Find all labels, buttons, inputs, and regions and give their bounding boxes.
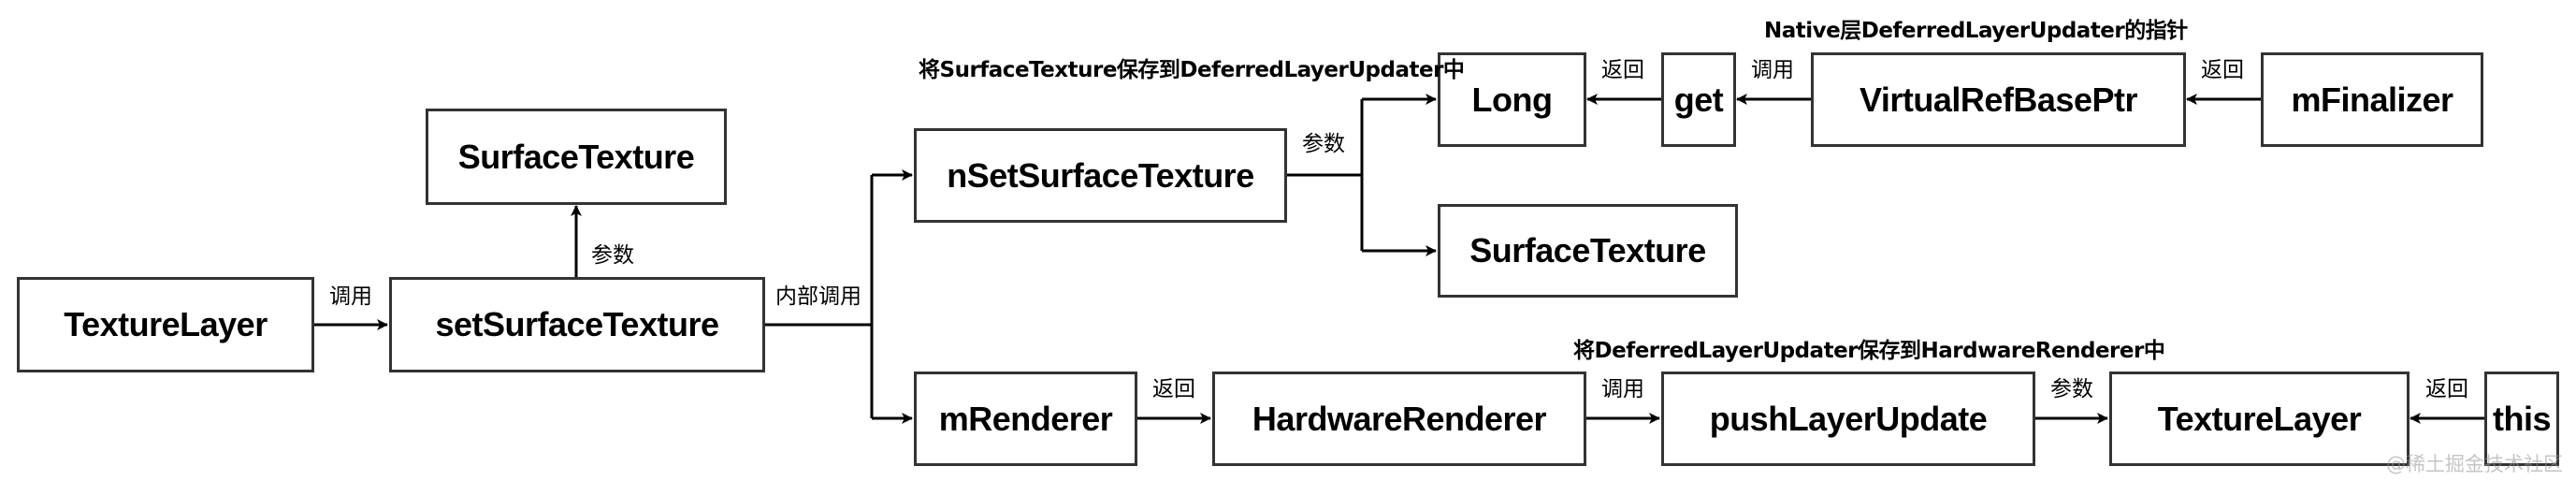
edge-label-return: 返回 [2201,58,2244,82]
node-label: HardwareRenderer [1252,399,1547,438]
node-label: SurfaceTexture [457,137,695,176]
edge-label-return: 返回 [2425,377,2468,401]
node-label: pushLayerUpdate [1709,399,1988,438]
edge-label-call: 调用 [1601,377,1644,401]
node-texturelayer-target[interactable]: TextureLayer [2109,372,2410,466]
edge-label-param: 参数 [2050,377,2093,401]
edge-label-return: 返回 [1152,377,1195,401]
node-pushlayerupdate[interactable]: pushLayerUpdate [1661,372,2035,466]
node-label: Long [1471,80,1553,119]
node-get[interactable]: get [1661,52,1736,147]
node-mrenderer[interactable]: mRenderer [914,372,1137,466]
node-label: TextureLayer [2157,399,2362,438]
node-texturelayer-source[interactable]: TextureLayer [17,277,314,372]
node-label: mFinalizer [2291,80,2453,119]
note-native-pointer: Native层DeferredLayerUpdater的指针 [1764,19,2188,43]
note-save-surfacetexture: 将SurfaceTexture保存到DeferredLayerUpdater中 [919,58,1465,82]
node-label: get [1673,80,1724,119]
node-label: this [2492,399,2552,438]
note-save-updater: 将DeferredLayerUpdater保存到HardwareRenderer… [1573,339,2165,363]
edge-label-call: 调用 [329,284,372,309]
node-virtualrefbaseptr[interactable]: VirtualRefBasePtr [1811,52,2186,147]
node-label: mRenderer [938,399,1113,438]
edge-label-call: 调用 [1751,58,1794,82]
edge-label-return: 返回 [1601,58,1644,82]
node-label: nSetSurfaceTexture [947,155,1254,195]
node-mfinalizer[interactable]: mFinalizer [2261,52,2483,147]
edge-label-internal-call: 内部调用 [775,284,861,309]
edge-label-param: 参数 [1302,132,1345,156]
node-label: SurfaceTexture [1469,231,1706,270]
node-label: TextureLayer [64,305,268,343]
node-label: setSurfaceTexture [435,305,719,343]
node-label: VirtualRefBasePtr [1860,80,2137,119]
node-setsurfacetexture[interactable]: setSurfaceTexture [389,277,765,372]
node-nsetsurfacetexture[interactable]: nSetSurfaceTexture [914,128,1287,223]
edge-label-param: 参数 [591,243,634,268]
node-surfacetexture-native[interactable]: SurfaceTexture [1438,204,1738,298]
node-surfacetexture-param[interactable]: SurfaceTexture [426,109,727,205]
watermark: @稀土掘金技术社区 [2386,453,2563,475]
node-hardwarerenderer[interactable]: HardwareRenderer [1212,372,1586,466]
